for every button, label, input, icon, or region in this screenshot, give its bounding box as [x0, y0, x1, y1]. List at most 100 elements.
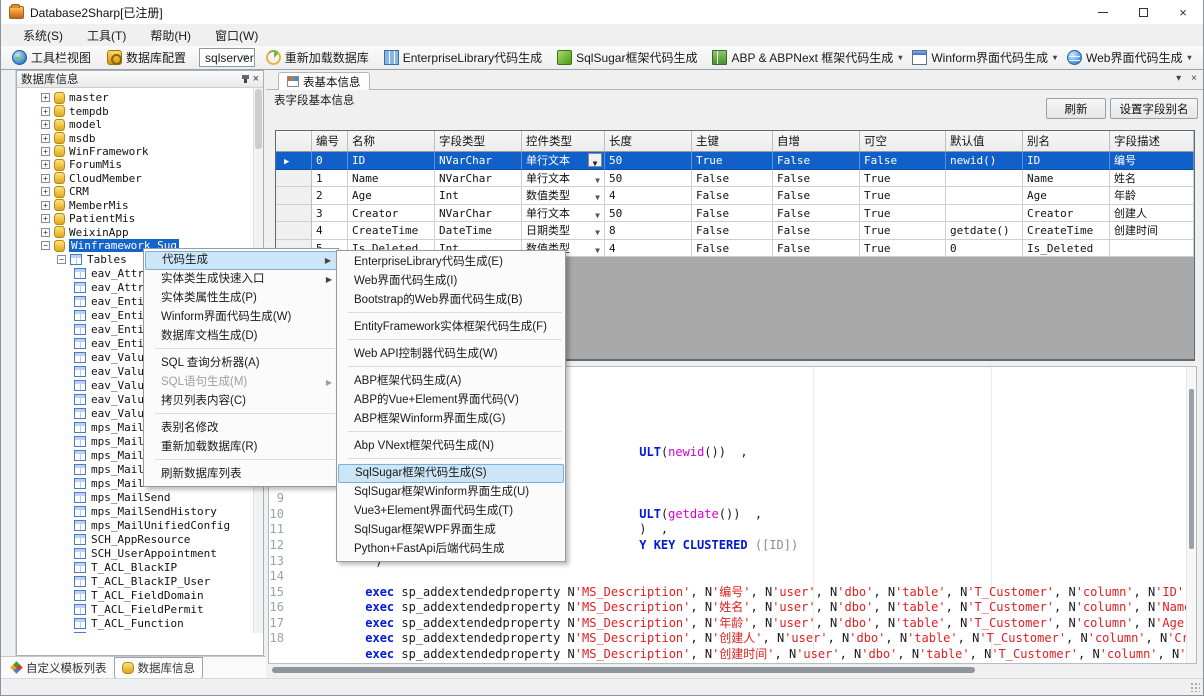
grid-cell[interactable]: False	[773, 222, 860, 240]
expand-icon[interactable]: +	[41, 120, 50, 129]
submenu-item[interactable]: Bootstrap的Web界面代码生成(B)	[338, 291, 564, 310]
grid-cell[interactable]: 年龄	[1110, 187, 1194, 205]
grid-cell[interactable]: CreateTime	[348, 222, 435, 240]
dropdown-icon[interactable]: ▼	[588, 153, 602, 167]
reload-database-button[interactable]: 重新加载数据库	[261, 47, 379, 68]
grid-cell[interactable]: getdate()	[946, 222, 1023, 240]
grid-cell[interactable]	[946, 170, 1023, 188]
close-icon[interactable]: ×	[253, 74, 259, 84]
grid-cell[interactable]: 0	[312, 152, 348, 170]
grid-cell[interactable]: False	[692, 187, 773, 205]
grid-cell[interactable]: NVarChar	[435, 170, 522, 188]
tree-node-table[interactable]: mps_MailSend	[17, 490, 253, 504]
tree-node-table[interactable]: mps_MailSendHistory	[17, 504, 253, 518]
control-type-cell[interactable]: 单行文本▼	[522, 170, 605, 188]
context-menu-item[interactable]: SQL 查询分析器(A)	[145, 354, 337, 373]
submenu-item[interactable]	[348, 366, 562, 371]
submenu-item[interactable]: EnterpriseLibrary代码生成(E)	[338, 253, 564, 272]
grid-column-header[interactable]: 字段类型	[435, 131, 522, 152]
grid-cell[interactable]: ID	[348, 152, 435, 170]
grid-row[interactable]: 3 Creator NVarChar 单行文本▼ 50 False False …	[276, 205, 1194, 223]
grid-cell[interactable]	[946, 205, 1023, 223]
minimize-button[interactable]	[1083, 0, 1123, 24]
expand-icon[interactable]: +	[41, 187, 50, 196]
expand-icon[interactable]: +	[41, 201, 50, 210]
grid-cell[interactable]: 50	[605, 152, 692, 170]
submenu-item[interactable]: Web API控制器代码生成(W)	[338, 345, 564, 364]
grid-column-header[interactable]: 自增	[773, 131, 860, 152]
grid-cell[interactable]: 0	[946, 240, 1023, 258]
grid-cell[interactable]: False	[773, 205, 860, 223]
tree-node-database[interactable]: + tempdb	[17, 104, 253, 117]
tree-node-table[interactable]: T_ACL_FieldPermit	[17, 602, 253, 616]
tree-node-table[interactable]: T_ACL_BlackIP	[17, 560, 253, 574]
context-menu-item[interactable]: 重新加载数据库(R)	[145, 438, 337, 457]
expand-icon[interactable]: +	[41, 93, 50, 102]
submenu-item[interactable]: SqlSugar框架WPF界面生成	[338, 521, 564, 540]
refresh-button[interactable]: 刷新	[1046, 98, 1106, 119]
context-menu-item[interactable]: 刷新数据库列表	[145, 465, 337, 484]
submenu-item[interactable]	[348, 312, 562, 317]
grid-cell[interactable]: True	[860, 187, 946, 205]
expand-icon[interactable]: +	[41, 160, 50, 169]
grid-cell[interactable]: False	[692, 240, 773, 258]
grid-cell[interactable]: False	[773, 240, 860, 258]
grid-column-header[interactable]: 字段描述	[1110, 131, 1194, 152]
tree-node-table[interactable]: T_ACL_FieldDomain	[17, 588, 253, 602]
grid-cell[interactable]: 8	[605, 222, 692, 240]
bottom-tab[interactable]: 自定义模板列表	[4, 658, 114, 678]
control-type-cell[interactable]: 单行文本▼	[522, 205, 605, 223]
grid-cell[interactable]: False	[692, 170, 773, 188]
context-menu-item[interactable]	[155, 413, 335, 418]
dropdown-icon[interactable]: ▼	[595, 206, 602, 222]
expand-icon[interactable]: +	[41, 174, 50, 183]
grid-cell[interactable]: CreateTime	[1023, 222, 1110, 240]
scrollbar-thumb[interactable]	[272, 667, 975, 673]
grid-cell[interactable]: False	[773, 152, 860, 170]
grid-cell[interactable]: True	[860, 222, 946, 240]
resize-grip[interactable]	[1190, 682, 1200, 692]
menu-item[interactable]: 帮助(H)	[138, 24, 203, 47]
grid-cell[interactable]: False	[773, 170, 860, 188]
row-selector-cell[interactable]	[276, 205, 312, 223]
context-menu-item[interactable]: 代码生成 ▶	[145, 251, 337, 270]
submenu-item[interactable]	[348, 458, 562, 463]
context-menu-item[interactable]: 表别名修改	[145, 419, 337, 438]
submenu-item[interactable]	[348, 431, 562, 436]
maximize-button[interactable]	[1123, 0, 1163, 24]
menu-item[interactable]: 工具(T)	[75, 24, 138, 47]
grid-row[interactable]: ▶ 0 ID NVarChar 单行文本▼ 50 True False Fals…	[276, 152, 1194, 170]
row-selector-cell[interactable]	[276, 187, 312, 205]
close-button[interactable]: ×	[1163, 0, 1203, 24]
grid-cell[interactable]: 4	[605, 187, 692, 205]
submenu-item[interactable]: SqlSugar框架Winform界面生成(U)	[338, 483, 564, 502]
grid-cell[interactable]: 50	[605, 170, 692, 188]
grid-column-header[interactable]: 可空	[860, 131, 946, 152]
grid-cell[interactable]: DateTime	[435, 222, 522, 240]
sqlsugar-codegen-button[interactable]: SqlSugar框架代码生成	[552, 47, 707, 68]
submenu-item[interactable]: ABP框架代码生成(A)	[338, 372, 564, 391]
grid-column-header[interactable]: 主键	[692, 131, 773, 152]
row-selector-cell[interactable]	[276, 222, 312, 240]
bottom-tab[interactable]: 数据库信息	[114, 657, 204, 679]
grid-cell[interactable]: 4	[312, 222, 348, 240]
close-document-icon[interactable]: ×	[1191, 73, 1197, 84]
grid-cell[interactable]: 创建人	[1110, 205, 1194, 223]
dropdown-icon[interactable]: ▼	[595, 188, 602, 204]
tree-node-table[interactable]: mps_MailUnifiedConfig	[17, 518, 253, 532]
expand-icon[interactable]: +	[41, 228, 50, 237]
grid-cell[interactable]: Creator	[1023, 205, 1110, 223]
tab-table-info[interactable]: 表基本信息	[278, 72, 370, 90]
grid-column-header[interactable]: 控件类型	[522, 131, 605, 152]
expand-icon[interactable]: +	[41, 214, 50, 223]
tree-node-table[interactable]: T_ACL_Function	[17, 616, 253, 630]
winform-codegen-button[interactable]: Winform界面代码生成▾	[907, 47, 1062, 68]
editor-horizontal-scrollbar[interactable]	[268, 664, 1197, 676]
context-menu-item[interactable]	[155, 348, 335, 353]
control-type-cell[interactable]: 单行文本▼	[522, 152, 605, 170]
dropdown-icon[interactable]: ▼	[595, 171, 602, 187]
context-menu-item[interactable]	[155, 459, 335, 464]
grid-cell[interactable]: 3	[312, 205, 348, 223]
row-selector-cell[interactable]: ▶	[276, 152, 312, 170]
enterprise-library-codegen-button[interactable]: EnterpriseLibrary代码生成	[379, 47, 552, 68]
